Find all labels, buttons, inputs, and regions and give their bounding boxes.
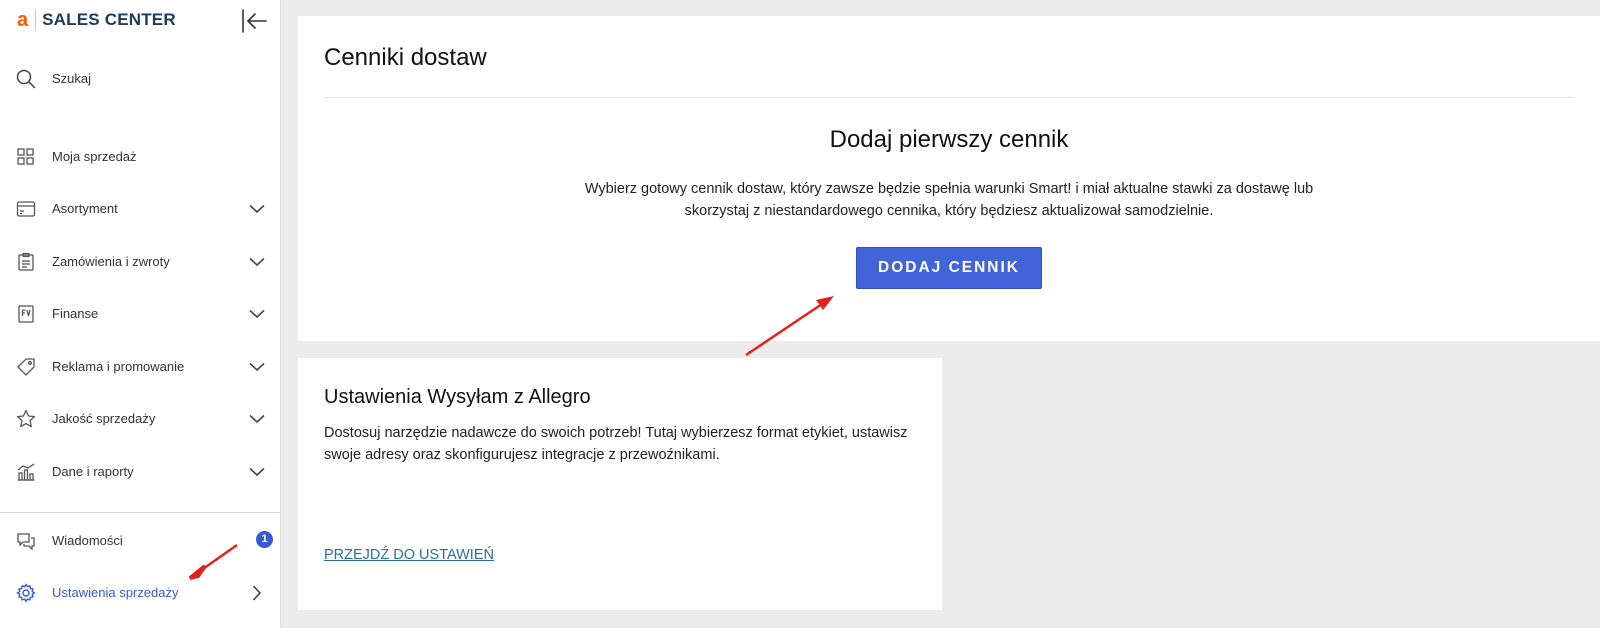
sidebar-item-label: Jakość sprzedaży: [52, 411, 156, 426]
sidebar-item-wiadomosci[interactable]: Wiadomości: [0, 521, 280, 561]
chevron-down-icon[interactable]: [249, 254, 265, 270]
sidebar-item-label: Dane i raporty: [52, 464, 134, 479]
sidebar-item-label: Ustawienia sprzedaży: [52, 585, 179, 600]
delivery-pricelists-card: Cenniki dostaw Dodaj pierwszy cennik Wyb…: [298, 16, 1600, 341]
page-title: Cenniki dostaw: [324, 44, 487, 71]
go-to-settings-link[interactable]: PRZEJDŹ DO USTAWIEŃ: [324, 547, 494, 563]
add-pricelist-button[interactable]: DODAJ CENNIK: [856, 247, 1042, 289]
shipping-settings-description: Dostosuj narzędzie nadawcze do swoich po…: [324, 425, 908, 463]
sidebar-search[interactable]: Szukaj: [0, 59, 280, 99]
logo-text: SALES CENTER: [42, 10, 176, 29]
empty-state-title: Dodaj pierwszy cennik: [829, 126, 1069, 153]
sidebar-item-reklama[interactable]: Reklama i promowanie: [0, 347, 280, 387]
sidebar-item-finanse[interactable]: Finanse: [0, 294, 280, 334]
chart-icon: [16, 462, 36, 482]
sidebar-item-ustawienia-sprzedazy[interactable]: Ustawienia sprzedaży: [0, 573, 280, 613]
sidebar-item-dane[interactable]: Dane i raporty: [0, 452, 280, 492]
chevron-down-icon[interactable]: [249, 359, 265, 375]
chevron-right-icon[interactable]: [249, 585, 265, 601]
grid-icon: [16, 147, 36, 167]
tag-icon: [16, 357, 36, 377]
chevron-down-icon[interactable]: [249, 464, 265, 480]
shipping-settings-card: Ustawienia Wysyłam z Allegro Dostosuj na…: [298, 358, 942, 610]
sidebar-item-label: Zamówienia i zwroty: [52, 254, 170, 269]
collapse-sidebar-icon[interactable]: [240, 8, 268, 34]
sidebar-item-label: Finanse: [52, 306, 99, 321]
logo-mark: a: [17, 9, 29, 31]
search-icon: [16, 69, 36, 89]
chat-icon: [16, 531, 36, 551]
sidebar-item-label: Wiadomości: [52, 533, 123, 548]
star-icon: [16, 409, 36, 429]
title-divider: [324, 97, 1574, 98]
chevron-down-icon[interactable]: [249, 411, 265, 427]
messages-badge: 1: [256, 531, 273, 548]
gear-icon: [16, 583, 36, 603]
clipboard-icon: [16, 252, 36, 272]
sidebar-divider: [0, 512, 280, 513]
empty-state-description: Wybierz gotowy cennik dostaw, który zaws…: [298, 178, 1600, 222]
empty-state-line-1: Wybierz gotowy cennik dostaw, który zaws…: [584, 181, 1314, 197]
logo[interactable]: a SALES CENTER: [17, 8, 176, 32]
chevron-down-icon[interactable]: [249, 201, 265, 217]
sidebar-item-asortyment[interactable]: Asortyment: [0, 189, 280, 229]
sidebar: a SALES CENTER Szukaj Moja sprzedaż Asor…: [0, 0, 281, 628]
sidebar-item-jakosc[interactable]: Jakość sprzedaży: [0, 399, 280, 439]
sidebar-item-label: Reklama i promowanie: [52, 359, 185, 374]
logo-separator: [35, 9, 37, 31]
sidebar-item-label: Asortyment: [52, 201, 118, 216]
sidebar-item-label: Moja sprzedaż: [52, 149, 137, 164]
chevron-down-icon[interactable]: [249, 306, 265, 322]
invoice-icon: [16, 304, 36, 324]
inventory-icon: [16, 199, 36, 219]
shipping-settings-title: Ustawienia Wysyłam z Allegro: [324, 386, 591, 408]
sidebar-item-zamowienia[interactable]: Zamówienia i zwroty: [0, 242, 280, 282]
empty-state-line-2: skorzystaj z niestandardowego cennika, k…: [684, 203, 1214, 219]
sidebar-item-moja-sprzedaz[interactable]: Moja sprzedaż: [0, 137, 280, 177]
sidebar-search-label: Szukaj: [52, 71, 92, 86]
